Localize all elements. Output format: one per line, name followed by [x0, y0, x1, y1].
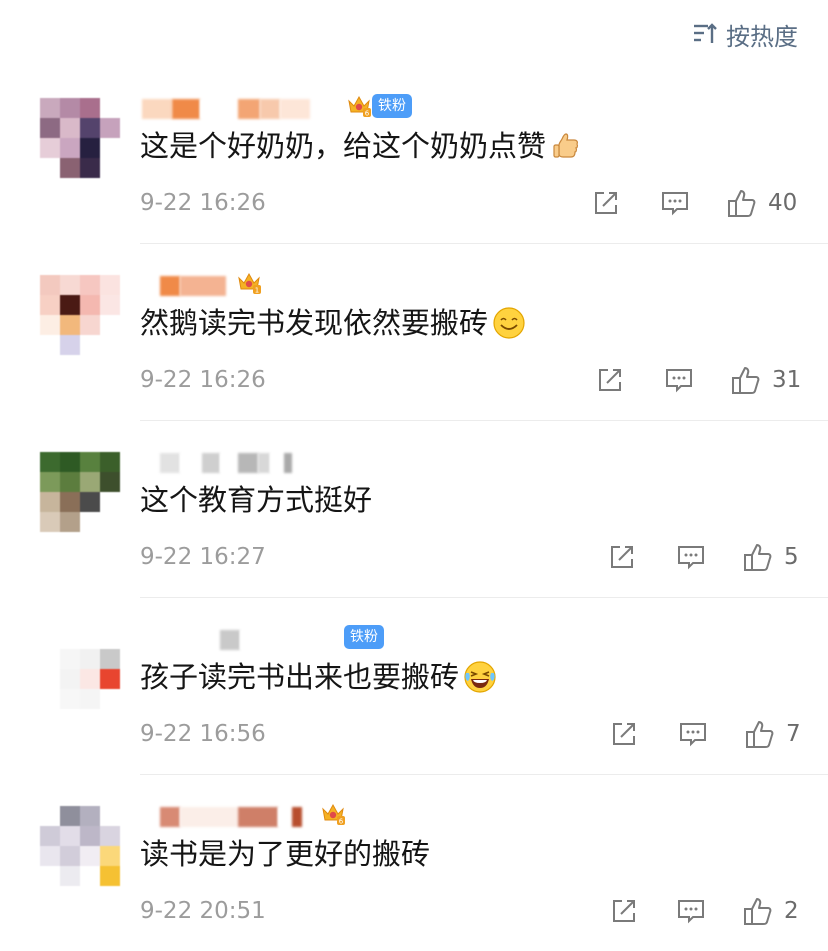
- divider: [140, 774, 828, 775]
- comment-time: 9-22 20:51: [140, 898, 266, 924]
- comment-text-row: 孩子读完书出来也要搬砖: [140, 655, 497, 699]
- avatar[interactable]: [40, 806, 120, 886]
- comment-item: 这个教育方式挺好 9-22 16:27 5: [0, 444, 828, 621]
- avatar[interactable]: [40, 275, 120, 355]
- comment-text-row: 这个教育方式挺好: [140, 478, 372, 522]
- like-count: 7: [786, 721, 801, 747]
- comment-icon: [678, 900, 704, 924]
- repost-button[interactable]: [596, 364, 624, 396]
- like-button[interactable]: 40: [726, 187, 797, 219]
- iron-fan-badge: 铁粉: [344, 625, 384, 649]
- comment-item: 6 读书是为了更好的搬砖 9-22 20:51 2: [0, 798, 828, 951]
- comment-time: 9-22 16:56: [140, 721, 266, 747]
- repost-icon: [613, 900, 635, 922]
- svg-text:1: 1: [255, 287, 259, 295]
- member-crown-icon: 1: [238, 272, 261, 295]
- thumbs-up-emoji: [553, 133, 579, 158]
- avatar[interactable]: [40, 629, 120, 709]
- comment-time: 9-22 16:27: [140, 544, 266, 570]
- like-button[interactable]: 31: [730, 364, 801, 396]
- comment-item: 1 然鹅读完书发现依然要搬砖 9-22 16:26 31: [0, 267, 828, 444]
- repost-button[interactable]: [608, 541, 636, 573]
- reply-button[interactable]: [660, 187, 690, 219]
- thumbs-up-icon: [732, 367, 760, 394]
- comment-text-row: 读书是为了更好的搬砖: [140, 832, 430, 876]
- like-button[interactable]: 2: [742, 895, 799, 927]
- username-blurred[interactable]: [142, 626, 330, 654]
- svg-text:6: 6: [365, 110, 370, 118]
- reply-button[interactable]: [676, 541, 706, 573]
- thumbs-up-icon: [744, 544, 772, 571]
- like-count: 5: [784, 544, 799, 570]
- divider: [140, 420, 828, 421]
- repost-icon: [599, 369, 621, 391]
- smile-emoji: [493, 307, 525, 339]
- comment-time: 9-22 16:26: [140, 190, 266, 216]
- svg-text:6: 6: [339, 818, 344, 826]
- divider: [140, 597, 828, 598]
- username-blurred[interactable]: [142, 272, 226, 300]
- comment-text: 这是个好奶奶，给这个奶奶点赞: [140, 129, 547, 163]
- comment-text: 孩子读完书出来也要搬砖: [140, 660, 460, 694]
- reply-button[interactable]: [678, 718, 708, 750]
- member-crown-icon: 6: [348, 95, 371, 118]
- username-blurred[interactable]: [142, 449, 292, 477]
- repost-icon: [611, 546, 633, 568]
- repost-icon: [595, 192, 617, 214]
- comment-list-page: 按热度 6 铁粉 这是个好奶奶，给这个奶奶点赞 9-22 16:26 40 1 …: [0, 0, 828, 951]
- comment-text: 这个教育方式挺好: [140, 483, 373, 517]
- repost-button[interactable]: [610, 718, 638, 750]
- username-blurred[interactable]: [142, 95, 310, 123]
- repost-button[interactable]: [592, 187, 620, 219]
- thumbs-up-icon: [744, 898, 772, 925]
- iron-fan-badge: 铁粉: [372, 94, 412, 118]
- comment-icon: [666, 369, 692, 393]
- sort-label: 按热度: [726, 22, 798, 51]
- like-button[interactable]: 7: [744, 718, 801, 750]
- comment-time: 9-22 16:26: [140, 367, 266, 393]
- like-count: 31: [772, 367, 802, 393]
- like-count: 2: [784, 898, 799, 924]
- member-crown-icon: 6: [322, 803, 345, 826]
- comment-text: 读书是为了更好的搬砖: [140, 837, 431, 871]
- reply-button[interactable]: [664, 364, 694, 396]
- like-button[interactable]: 5: [742, 541, 799, 573]
- comment-icon: [678, 546, 704, 570]
- comment-text: 然鹅读完书发现依然要搬砖: [140, 306, 489, 340]
- username-blurred[interactable]: [142, 803, 302, 831]
- comment-icon: [662, 192, 688, 216]
- comment-item: 6 铁粉 这是个好奶奶，给这个奶奶点赞 9-22 16:26 40: [0, 90, 828, 267]
- repost-button[interactable]: [610, 895, 638, 927]
- comment-text-row: 然鹅读完书发现依然要搬砖: [140, 301, 526, 345]
- sort-by-hot-button[interactable]: 按热度: [692, 18, 798, 51]
- avatar[interactable]: [40, 98, 120, 178]
- divider: [140, 243, 828, 244]
- thumbs-up-icon: [746, 721, 774, 748]
- like-count: 40: [768, 190, 798, 216]
- comment-icon: [680, 723, 706, 747]
- comment-item: 铁粉 孩子读完书出来也要搬砖 9-22 16:56 7: [0, 621, 828, 798]
- avatar[interactable]: [40, 452, 120, 532]
- sort-descending-icon: [694, 23, 717, 43]
- repost-icon: [613, 723, 635, 745]
- reply-button[interactable]: [676, 895, 706, 927]
- thumbs-up-icon: [728, 190, 756, 217]
- laughing-tears-emoji: [464, 661, 496, 693]
- comment-text-row: 这是个好奶奶，给这个奶奶点赞: [140, 124, 584, 168]
